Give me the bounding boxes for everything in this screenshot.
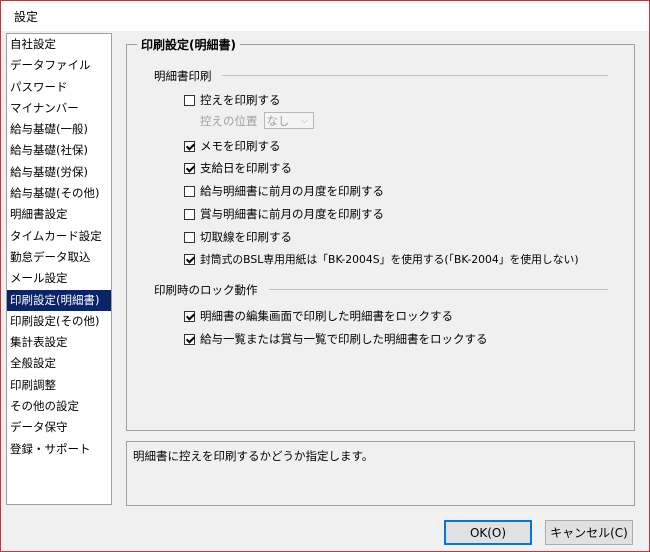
sidebar-item[interactable]: 集計表設定 (7, 332, 111, 353)
print-copy-checkbox[interactable] (184, 94, 195, 106)
copy-position-select[interactable]: なし ⌵ (263, 112, 314, 129)
sidebar-item[interactable]: データファイル (7, 55, 111, 76)
copy-position-value: なし (266, 113, 290, 128)
print-memo-label: メモを印刷する (200, 139, 281, 153)
print-copy-label: 控えを印刷する (200, 93, 281, 107)
prev-month-bonus-label: 賞与明細書に前月の月度を印刷する (200, 207, 384, 221)
description-text: 明細書に控えを印刷するかどうか指定します。 (133, 449, 374, 463)
print-payday-checkbox-row[interactable]: 支給日を印刷する (184, 160, 292, 176)
copy-position-label: 控えの位置 (200, 113, 258, 128)
lock-list-label: 給与一覧または賞与一覧で印刷した明細書をロックする (200, 332, 488, 346)
chevron-down-icon: ⌵ (301, 115, 308, 126)
lock-list-checkbox[interactable] (184, 333, 195, 345)
cut-line-checkbox[interactable] (184, 231, 195, 243)
sidebar-item[interactable]: 勤怠データ取込 (7, 247, 111, 268)
prev-month-salary-label: 給与明細書に前月の月度を印刷する (200, 184, 384, 198)
cut-line-checkbox-row[interactable]: 切取線を印刷する (184, 229, 292, 245)
lock-edit-checkbox[interactable] (184, 310, 195, 322)
sidebar-item[interactable]: 全般設定 (7, 353, 111, 374)
sidebar-item[interactable]: 印刷設定(その他) (7, 311, 111, 332)
lock-edit-checkbox-row[interactable]: 明細書の編集画面で印刷した明細書をロックする (184, 308, 453, 324)
prev-month-salary-checkbox[interactable] (184, 185, 195, 197)
description-box: 明細書に控えを印刷するかどうか指定します。 (126, 441, 635, 506)
sidebar-item[interactable]: データ保守 (7, 417, 111, 438)
group-heading-lock-behavior: 印刷時のロック動作 (154, 283, 258, 297)
envelope-paper-label: 封筒式のBSL専用用紙は「BK-2004S」を使用する(「BK-2004」を使用… (200, 253, 579, 266)
print-copy-checkbox-row[interactable]: 控えを印刷する (184, 92, 281, 108)
sidebar-item[interactable]: 明細書設定 (7, 204, 111, 225)
group-divider (269, 289, 608, 290)
sidebar-item[interactable]: 給与基礎(一般) (7, 119, 111, 140)
lock-edit-label: 明細書の編集画面で印刷した明細書をロックする (200, 309, 453, 323)
lock-list-checkbox-row[interactable]: 給与一覧または賞与一覧で印刷した明細書をロックする (184, 331, 488, 347)
envelope-paper-checkbox-row[interactable]: 封筒式のBSL専用用紙は「BK-2004S」を使用する(「BK-2004」を使用… (184, 251, 579, 267)
print-payday-checkbox[interactable] (184, 162, 195, 174)
settings-window: 設定 自社設定 データファイル パスワード マイナンバー 給与基礎(一般) 給与基礎(社保… (0, 0, 650, 552)
sidebar-item[interactable]: パスワード (7, 77, 111, 98)
title-bar: 設定 (1, 1, 649, 31)
sidebar-item[interactable]: 自社設定 (7, 34, 111, 55)
print-memo-checkbox-row[interactable]: メモを印刷する (184, 138, 281, 154)
panel-title: 印刷設定(明細書) (137, 36, 240, 53)
sidebar-item[interactable]: 登録・サポート (7, 439, 111, 460)
sidebar-item[interactable]: マイナンバー (7, 98, 111, 119)
envelope-paper-checkbox[interactable] (184, 253, 195, 265)
sidebar-item[interactable]: 印刷設定(明細書) (7, 289, 111, 311)
sidebar-item[interactable]: 給与基礎(労保) (7, 162, 111, 183)
sidebar-item[interactable]: 印刷調整 (7, 375, 111, 396)
print-payday-label: 支給日を印刷する (200, 161, 292, 175)
cancel-button[interactable]: キャンセル(C) (545, 520, 633, 545)
group-heading-statement-print: 明細書印刷 (154, 69, 212, 83)
sidebar-item[interactable]: その他の設定 (7, 396, 111, 417)
cut-line-label: 切取線を印刷する (200, 230, 292, 244)
prev-month-bonus-checkbox-row[interactable]: 賞与明細書に前月の月度を印刷する (184, 206, 384, 222)
copy-position-row: 控えの位置 なし ⌵ (200, 112, 314, 129)
sidebar-item[interactable]: タイムカード設定 (7, 226, 111, 247)
settings-category-list[interactable]: 自社設定 データファイル パスワード マイナンバー 給与基礎(一般) 給与基礎(社保) 給与… (6, 33, 112, 505)
sidebar-item[interactable]: 給与基礎(その他) (7, 183, 111, 204)
sidebar-item[interactable]: 給与基礎(社保) (7, 140, 111, 161)
sidebar-item[interactable]: メール設定 (7, 268, 111, 289)
print-memo-checkbox[interactable] (184, 140, 195, 152)
window-title: 設定 (14, 10, 39, 24)
ok-button[interactable]: OK(O) (444, 520, 532, 545)
prev-month-salary-checkbox-row[interactable]: 給与明細書に前月の月度を印刷する (184, 183, 384, 199)
group-divider (222, 75, 608, 76)
prev-month-bonus-checkbox[interactable] (184, 208, 195, 220)
